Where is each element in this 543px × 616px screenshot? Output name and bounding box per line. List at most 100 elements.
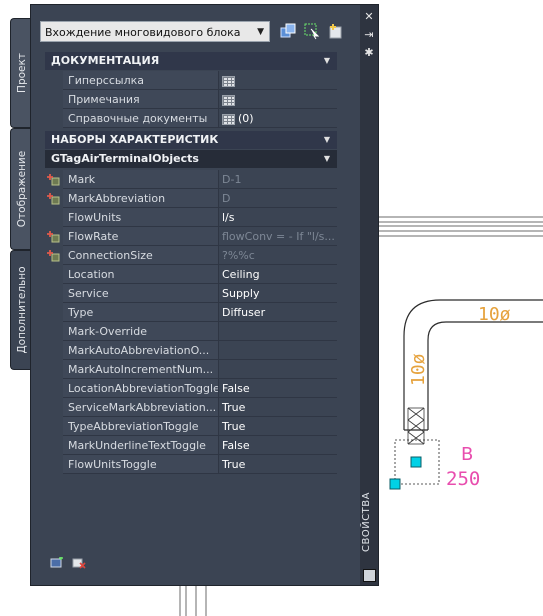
property-value[interactable]: Supply [218, 284, 337, 303]
property-name: Mark-Override [63, 322, 218, 341]
property-row: Справочные документы (0) [45, 109, 337, 128]
property-set-group-title: GTagAirTerminalObjects [51, 152, 199, 165]
property-value[interactable] [218, 71, 337, 90]
tab-project-label: Проект [16, 53, 28, 93]
section-documentation[interactable]: ДОКУМЕНТАЦИЯ ▼ [45, 52, 337, 70]
property-row: Location Ceiling [45, 265, 337, 284]
linked-property-icon [47, 174, 60, 186]
property-value[interactable]: Diffuser [218, 303, 337, 322]
row-gutter [45, 284, 63, 303]
property-name: FlowRate [63, 227, 218, 246]
property-row: TypeAbbreviationToggle True [45, 417, 337, 436]
property-row: MarkAutoAbbreviationO... [45, 341, 337, 360]
row-gutter [45, 227, 63, 246]
linked-property-icon [47, 231, 60, 243]
property-value[interactable]: True [218, 455, 337, 474]
property-row: Гиперссылка [45, 71, 337, 90]
tab-extended-label: Дополнительно [16, 266, 28, 354]
object-type-dropdown[interactable]: Вхождение многовидового блока ▼ [40, 21, 270, 42]
row-gutter [45, 170, 63, 189]
tab-display-label: Отображение [16, 150, 28, 228]
palette-title: СВОЙСТВА [361, 492, 372, 552]
property-name: Type [63, 303, 218, 322]
row-gutter [45, 455, 63, 474]
row-gutter [45, 360, 63, 379]
table-icon [222, 94, 235, 106]
property-name: MarkAutoIncrementNum... [63, 360, 218, 379]
remove-property-set-icon[interactable] [72, 557, 86, 569]
property-name: FlowUnitsToggle [63, 455, 218, 474]
property-value[interactable]: flowConv = - If "l/s... [218, 227, 337, 246]
property-set-group[interactable]: GTagAirTerminalObjects ▼ [45, 150, 337, 168]
property-value[interactable]: True [218, 398, 337, 417]
auto-hide-icon[interactable]: ⇥ [363, 29, 375, 41]
property-value[interactable]: ?%%c [218, 246, 337, 265]
property-value[interactable]: False [218, 379, 337, 398]
table-icon [222, 75, 235, 87]
property-name: LocationAbbreviationToggle [63, 379, 218, 398]
grip-handle[interactable] [410, 456, 422, 468]
property-name: ConnectionSize [63, 246, 218, 265]
section-documentation-title: ДОКУМЕНТАЦИЯ [51, 54, 160, 67]
row-gutter [45, 398, 63, 417]
add-property-set-icon[interactable] [50, 557, 64, 569]
row-gutter [45, 303, 63, 322]
property-row: MarkAutoIncrementNum... [45, 360, 337, 379]
property-value[interactable] [218, 322, 337, 341]
duct-size-label-horizontal: 10ø [478, 304, 511, 325]
property-row: MarkUnderlineTextToggle False [45, 436, 337, 455]
property-row: Примечания [45, 90, 337, 109]
property-row: ConnectionSize ?%%c [45, 246, 337, 265]
grip-handle[interactable] [389, 478, 401, 490]
row-gutter [45, 90, 63, 109]
property-value[interactable]: (0) [218, 109, 337, 128]
section-property-sets[interactable]: НАБОРЫ ХАРАКТЕРИСТИК ▼ [45, 131, 337, 149]
linked-property-icon [47, 250, 60, 262]
property-name: Mark [63, 170, 218, 189]
chevron-down-icon: ▼ [323, 56, 330, 65]
property-row: MarkAbbreviation D [45, 189, 337, 208]
property-value[interactable] [218, 360, 337, 379]
property-row: ServiceMarkAbbreviation... True [45, 398, 337, 417]
row-gutter [45, 109, 63, 128]
property-name: MarkAutoAbbreviationO... [63, 341, 218, 360]
duct-size-label-vertical: 10ø [408, 353, 429, 386]
property-row: Type Diffuser [45, 303, 337, 322]
property-value-text: (0) [238, 112, 254, 125]
object-type-value: Вхождение многовидового блока [45, 26, 241, 39]
select-objects-icon[interactable] [303, 22, 321, 40]
property-name: Service [63, 284, 218, 303]
property-value[interactable]: D-1 [218, 170, 337, 189]
property-row: FlowRate flowConv = - If "l/s... [45, 227, 337, 246]
toggle-pickadd-icon[interactable] [279, 22, 297, 40]
row-gutter [45, 189, 63, 208]
property-value[interactable]: Ceiling [218, 265, 337, 284]
quick-select-icon[interactable] [327, 22, 345, 40]
property-value[interactable]: l/s [218, 208, 337, 227]
property-value[interactable]: True [218, 417, 337, 436]
property-name: TypeAbbreviationToggle [63, 417, 218, 436]
row-gutter [45, 436, 63, 455]
close-icon[interactable]: ✕ [363, 11, 375, 23]
property-value[interactable] [218, 341, 337, 360]
palette-menu-icon[interactable] [363, 569, 376, 582]
section-property-sets-title: НАБОРЫ ХАРАКТЕРИСТИК [51, 133, 219, 146]
property-value[interactable]: False [218, 436, 337, 455]
property-value[interactable]: D [218, 189, 337, 208]
row-gutter [45, 417, 63, 436]
palette-settings-icon[interactable]: ✱ [363, 47, 375, 59]
palette-titlebar[interactable]: ✕ ⇥ ✱ СВОЙСТВА [360, 4, 379, 586]
property-row: Mark D-1 [45, 170, 337, 189]
linked-property-icon [47, 193, 60, 205]
property-row: Mark-Override [45, 322, 337, 341]
property-name: Гиперссылка [63, 71, 218, 90]
property-row: Service Supply [45, 284, 337, 303]
row-gutter [45, 71, 63, 90]
row-gutter [45, 379, 63, 398]
row-gutter [45, 208, 63, 227]
property-value[interactable] [218, 90, 337, 109]
chevron-down-icon: ▼ [257, 27, 264, 37]
property-row: FlowUnits l/s [45, 208, 337, 227]
property-row: LocationAbbreviationToggle False [45, 379, 337, 398]
row-gutter [45, 246, 63, 265]
